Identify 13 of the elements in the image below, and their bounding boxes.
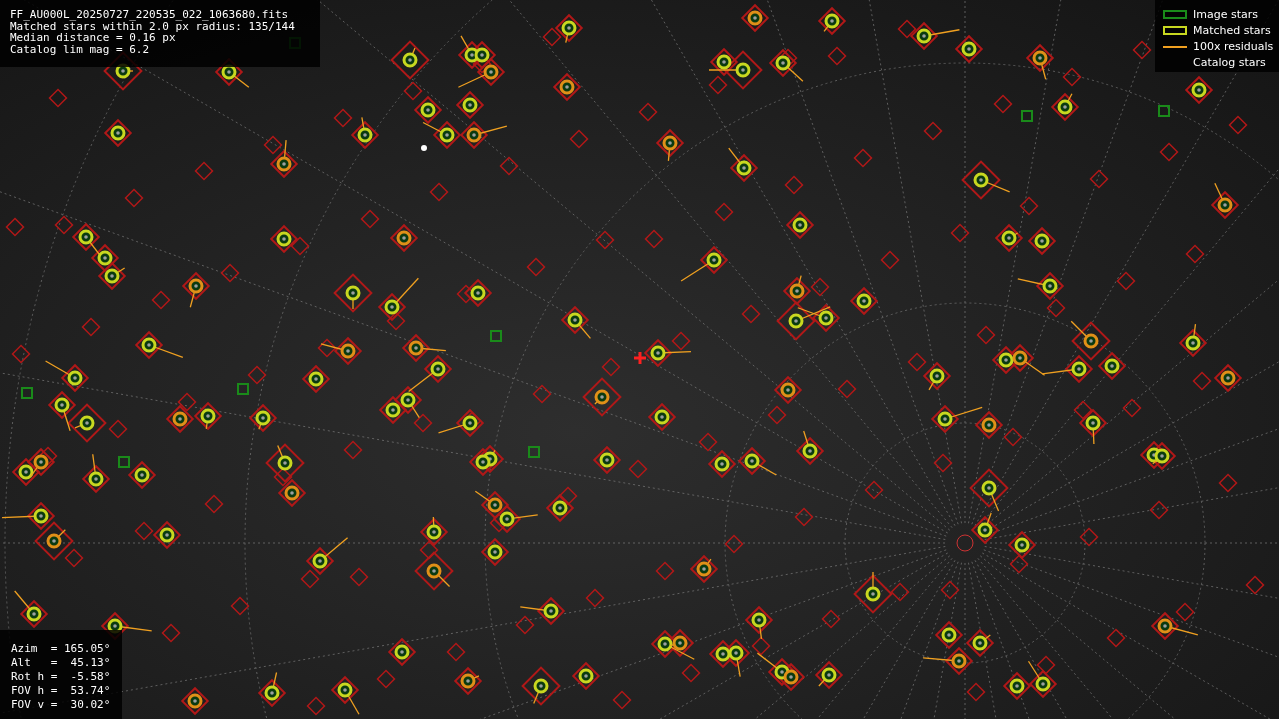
legend-label: Matched stars	[1193, 23, 1271, 38]
pointing-line: FOV h = 53.74°	[11, 684, 112, 698]
info-line: Matched stars within 2.0 px radius: 135/144	[10, 20, 296, 32]
info-line: FF_AU000L_20250727_220535_022_1063680.fits	[10, 9, 290, 21]
pointing-line: Rot h = -5.58°	[11, 670, 112, 684]
info-line: Median distance = 0.16 px	[10, 32, 176, 44]
legend-label: Catalog stars	[1193, 55, 1266, 70]
pointing-line: Alt = 45.13°	[11, 656, 112, 670]
pointing-line: FOV v = 30.02°	[11, 698, 112, 712]
pointing-line: Azim = 165.05°	[11, 642, 112, 656]
legend-label: 100x residuals	[1193, 39, 1274, 54]
legend-label: Image stars	[1193, 7, 1258, 22]
info-line: Catalog lim mag = 6.2	[10, 43, 151, 55]
